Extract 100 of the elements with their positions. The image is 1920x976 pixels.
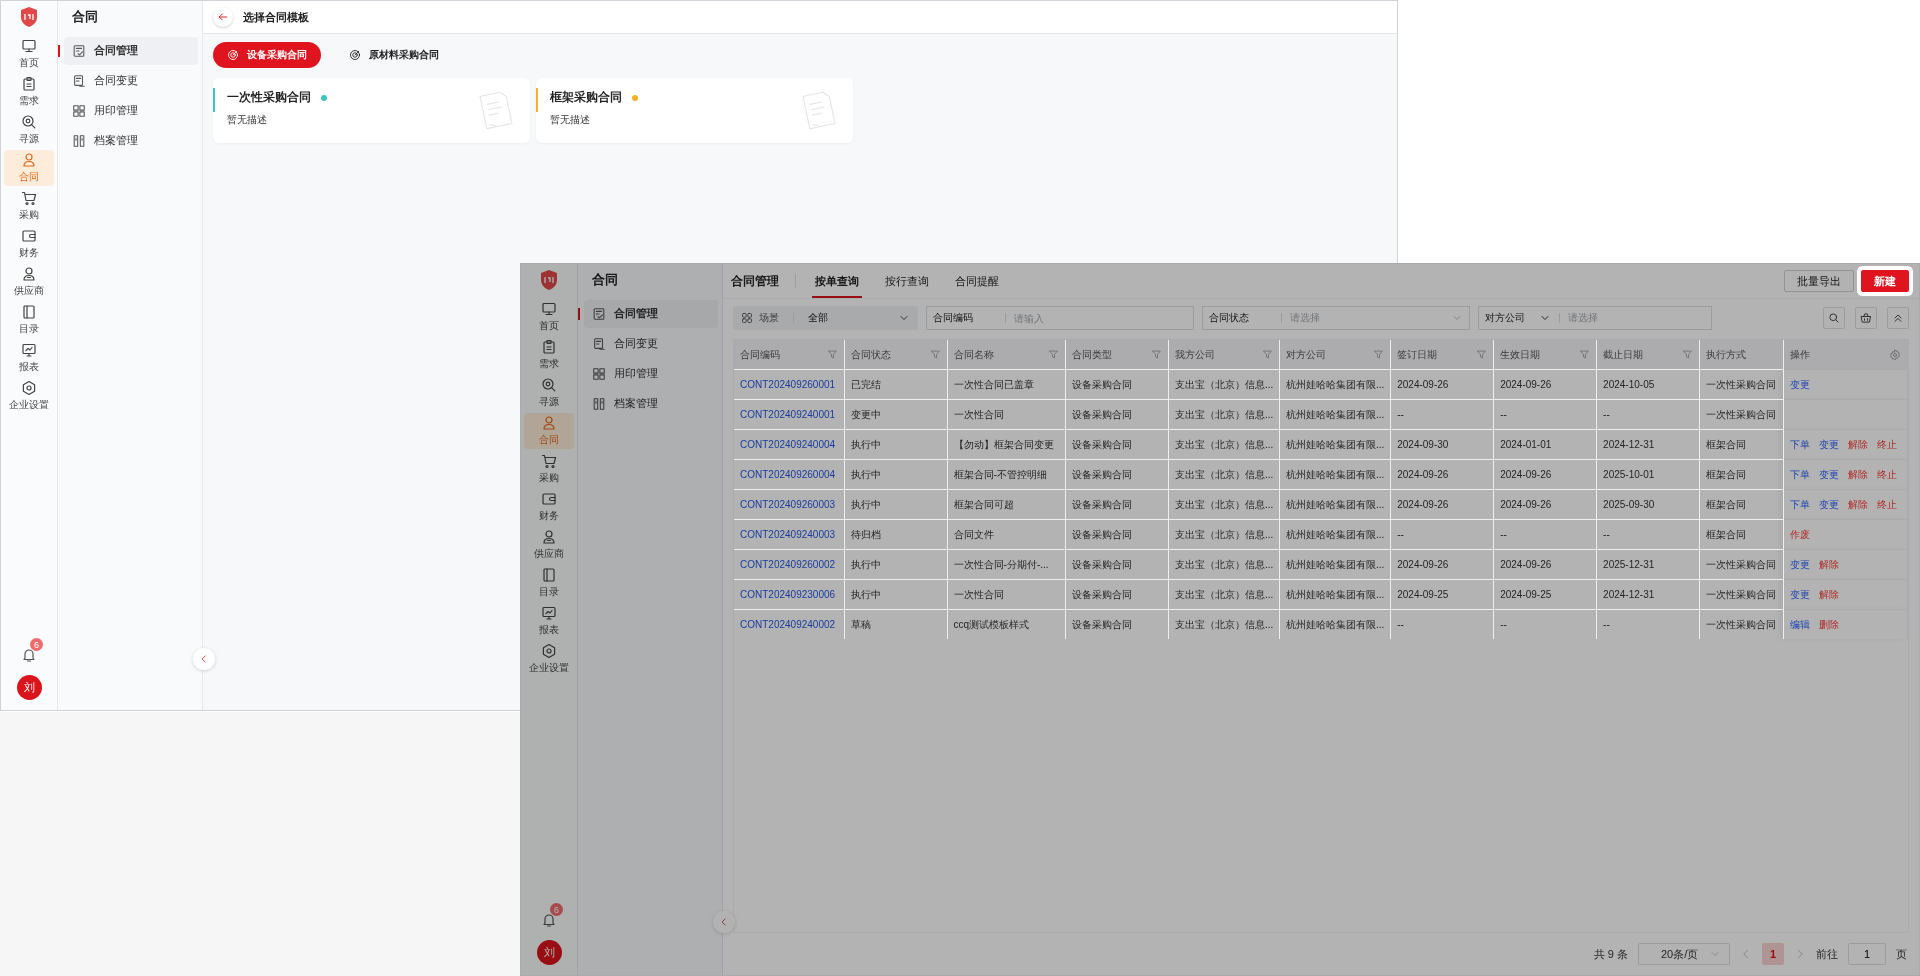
- collapse-button[interactable]: [193, 648, 215, 670]
- chevron-left-icon: [719, 917, 729, 927]
- export-button[interactable]: 批量导出: [1784, 270, 1854, 292]
- tab[interactable]: 合同提醒: [952, 264, 1002, 298]
- nav-item[interactable]: 档案管理: [64, 127, 198, 155]
- action-link[interactable]: 变更: [1819, 468, 1840, 480]
- rail-item[interactable]: 寻源: [524, 375, 574, 411]
- contract-link[interactable]: CONT202409260004: [740, 469, 836, 480]
- action-link[interactable]: 下单: [1790, 438, 1811, 450]
- column-header: 合同状态: [850, 347, 891, 362]
- table-cell: 2025-12-31: [1596, 549, 1700, 580]
- person-icon: [541, 415, 557, 431]
- action-link[interactable]: 变更: [1819, 438, 1840, 450]
- table-cell: 2024-09-25: [1493, 579, 1597, 610]
- nav-item[interactable]: 档案管理: [584, 390, 718, 418]
- collapse-button[interactable]: [1887, 307, 1909, 329]
- contract-link[interactable]: CONT202409230006: [740, 589, 836, 600]
- column-header: 合同名称: [953, 347, 994, 362]
- template-card[interactable]: 框架采购合同 暂无描述: [536, 78, 853, 143]
- grid-icon: [741, 312, 753, 324]
- clipboard-icon: [541, 339, 557, 355]
- template-tab[interactable]: 设备采购合同: [213, 42, 321, 68]
- search-button[interactable]: [1823, 307, 1845, 329]
- action-link[interactable]: 变更: [1790, 378, 1811, 390]
- user-avatar[interactable]: 刘: [536, 940, 562, 965]
- action-link[interactable]: 下单: [1790, 498, 1811, 510]
- section-title: 合同: [591, 271, 619, 289]
- table-cell: 支出宝（北京）信息...: [1168, 429, 1280, 460]
- rail-item[interactable]: 报表: [524, 603, 574, 639]
- table-cell: 一次性采购合同: [1699, 369, 1784, 400]
- rail-item[interactable]: 需求: [524, 337, 574, 373]
- bell-icon: [541, 912, 557, 928]
- nav-item[interactable]: 合同变更: [584, 330, 718, 358]
- action-link[interactable]: 变更: [1790, 558, 1811, 570]
- rail-item[interactable]: 采购: [524, 451, 574, 487]
- filter-label: 合同编码: [933, 311, 974, 325]
- contract-link[interactable]: CONT202409240003: [740, 529, 836, 540]
- table-cell: 一次性合同: [947, 399, 1066, 430]
- scene-select[interactable]: 场景 全部: [733, 306, 918, 330]
- rail-item[interactable]: 目录: [4, 302, 54, 338]
- table-cell: 框架合同-不管控明细: [947, 459, 1066, 490]
- tab[interactable]: 按行查询: [882, 264, 932, 298]
- rail-item[interactable]: 财务: [4, 226, 54, 262]
- contract-link[interactable]: CONT202409260003: [740, 499, 836, 510]
- tab[interactable]: 按单查询: [812, 264, 862, 298]
- contract-link[interactable]: CONT202409240001: [740, 409, 836, 420]
- rail-item[interactable]: 供应商: [4, 264, 54, 300]
- bell-icon: [21, 647, 37, 663]
- action-link[interactable]: 变更: [1819, 498, 1840, 510]
- page-title: 合同管理: [731, 273, 779, 289]
- table-cell: 一次性合同: [947, 579, 1066, 610]
- table-cell: 支出宝（北京）信息...: [1168, 549, 1280, 580]
- rail-item[interactable]: 首页: [4, 36, 54, 72]
- table-cell: 一次性合同-分期付-...: [947, 549, 1066, 580]
- action-link[interactable]: 下单: [1790, 468, 1811, 480]
- rail-item[interactable]: 企业设置: [524, 641, 574, 677]
- contract-link[interactable]: CONT202409260002: [740, 559, 836, 570]
- page-size-select[interactable]: 20条/页: [1638, 943, 1730, 965]
- table-cell: 杭州娃哈哈集团有限...: [1279, 519, 1391, 550]
- template-card[interactable]: 一次性采购合同 暂无描述: [213, 78, 530, 143]
- user-avatar[interactable]: 刘: [16, 675, 42, 700]
- book-icon: [21, 304, 37, 320]
- monitor-icon: [21, 38, 37, 54]
- rail-item[interactable]: 首页: [524, 299, 574, 335]
- table-cell: --: [1493, 399, 1597, 430]
- nav-item[interactable]: 用印管理: [64, 97, 198, 125]
- table-cell: 执行中: [844, 429, 948, 460]
- table-cell: 执行中: [844, 579, 948, 610]
- table-cell: 设备采购合同: [1065, 399, 1169, 430]
- table-cell: 2024-09-26: [1493, 459, 1597, 490]
- nav-item[interactable]: 用印管理: [584, 360, 718, 388]
- action-link[interactable]: 编辑: [1790, 618, 1811, 630]
- contract-link[interactable]: CONT202409260001: [740, 379, 836, 390]
- nav-item[interactable]: 合同变更: [64, 67, 198, 95]
- table-cell: 杭州娃哈哈集团有限...: [1279, 369, 1391, 400]
- page-suffix: 页: [1896, 946, 1907, 962]
- rail-item[interactable]: 寻源: [4, 112, 54, 148]
- rail-item[interactable]: 需求: [4, 74, 54, 110]
- clear-button[interactable]: [1855, 307, 1877, 329]
- back-button[interactable]: [213, 7, 233, 27]
- arrow-left-icon: [217, 11, 229, 23]
- template-tab[interactable]: 原材料采购合同: [335, 42, 453, 68]
- nav-item[interactable]: 合同管理: [64, 37, 198, 65]
- rail-item[interactable]: 企业设置: [4, 378, 54, 414]
- table-cell: 【勿动】框架合同变更: [947, 429, 1066, 460]
- rail-item[interactable]: 报表: [4, 340, 54, 376]
- rail-item[interactable]: 目录: [524, 565, 574, 601]
- rail-item[interactable]: 供应商: [524, 527, 574, 563]
- monitor-icon: [541, 301, 557, 317]
- nav-item[interactable]: 合同管理: [584, 300, 718, 328]
- rail-item[interactable]: 财务: [524, 489, 574, 525]
- rail-item[interactable]: 采购: [4, 188, 54, 224]
- contract-link[interactable]: CONT202409240004: [740, 439, 836, 450]
- field-select[interactable]: 对方公司: [1485, 311, 1551, 325]
- action-link[interactable]: 变更: [1790, 588, 1811, 600]
- contract-link[interactable]: CONT202409240002: [740, 619, 836, 630]
- select-value: 全部: [808, 311, 828, 325]
- page-input[interactable]: 1: [1848, 943, 1886, 965]
- table-cell: 框架合同: [1699, 429, 1784, 460]
- table-cell: 框架合同: [1699, 489, 1784, 520]
